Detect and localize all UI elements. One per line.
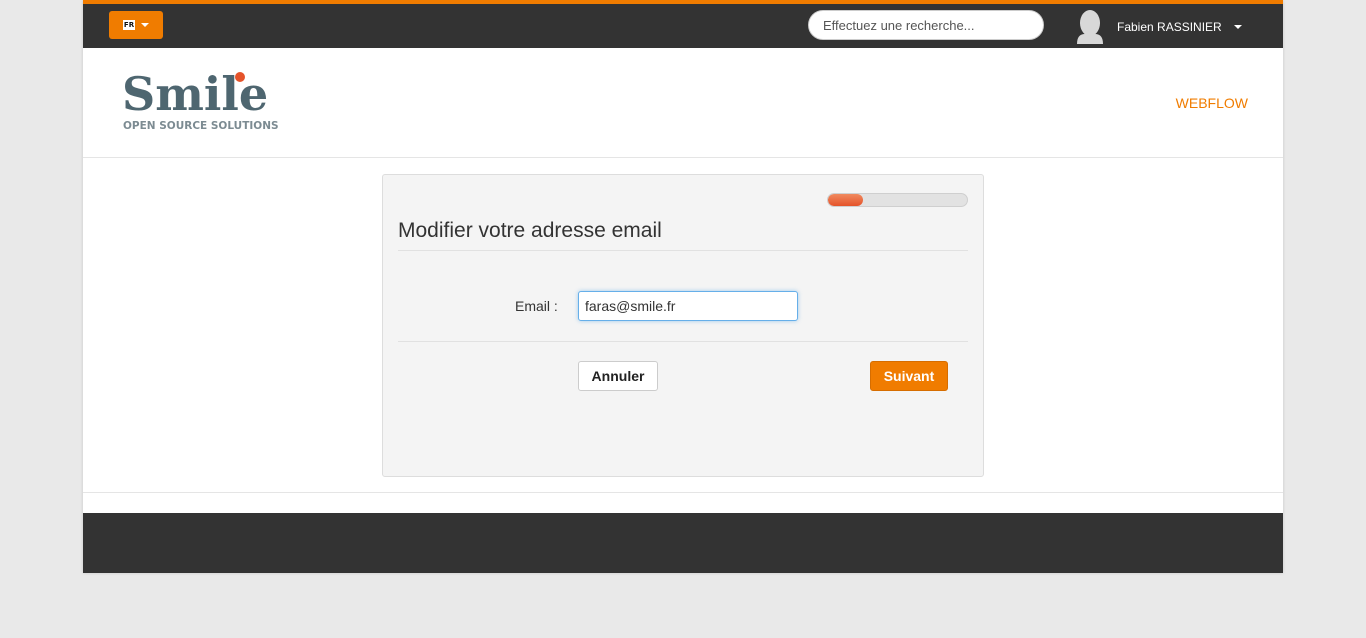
cancel-button[interactable]: Annuler [578,361,658,391]
language-selector-button[interactable]: FR [109,11,163,39]
progress-bar [827,193,968,207]
caret-down-icon [1233,25,1242,29]
logo-tagline: OPEN SOURCE SOLUTIONS [123,120,279,132]
email-change-panel: Modifier votre adresse email Email : Ann… [382,174,984,477]
flag-icon: FR [123,20,135,30]
nav-webflow-link[interactable]: WEBFLOW [1176,95,1248,111]
search-input[interactable] [808,10,1044,40]
divider [83,492,1283,493]
user-name: Fabien RASSINIER [1117,20,1222,34]
page-container: FR Fabien RASSINIER Smile OPEN SOURCE SO… [83,0,1283,573]
divider [398,341,968,342]
footer [83,513,1283,573]
email-field[interactable] [578,291,798,321]
divider [398,250,968,251]
next-button[interactable]: Suivant [870,361,948,391]
top-bar: FR Fabien RASSINIER [83,0,1283,48]
user-avatar-icon [1077,10,1103,44]
site-header: Smile OPEN SOURCE SOLUTIONS WEBFLOW [83,48,1283,158]
user-menu[interactable]: Fabien RASSINIER [1073,10,1242,44]
logo-wordmark: Smile [122,68,268,121]
page-title: Modifier votre adresse email [398,219,662,242]
smile-logo[interactable]: Smile OPEN SOURCE SOLUTIONS [122,68,292,136]
progress-fill [828,194,863,206]
caret-down-icon [141,23,149,27]
email-label: Email : [515,298,558,314]
